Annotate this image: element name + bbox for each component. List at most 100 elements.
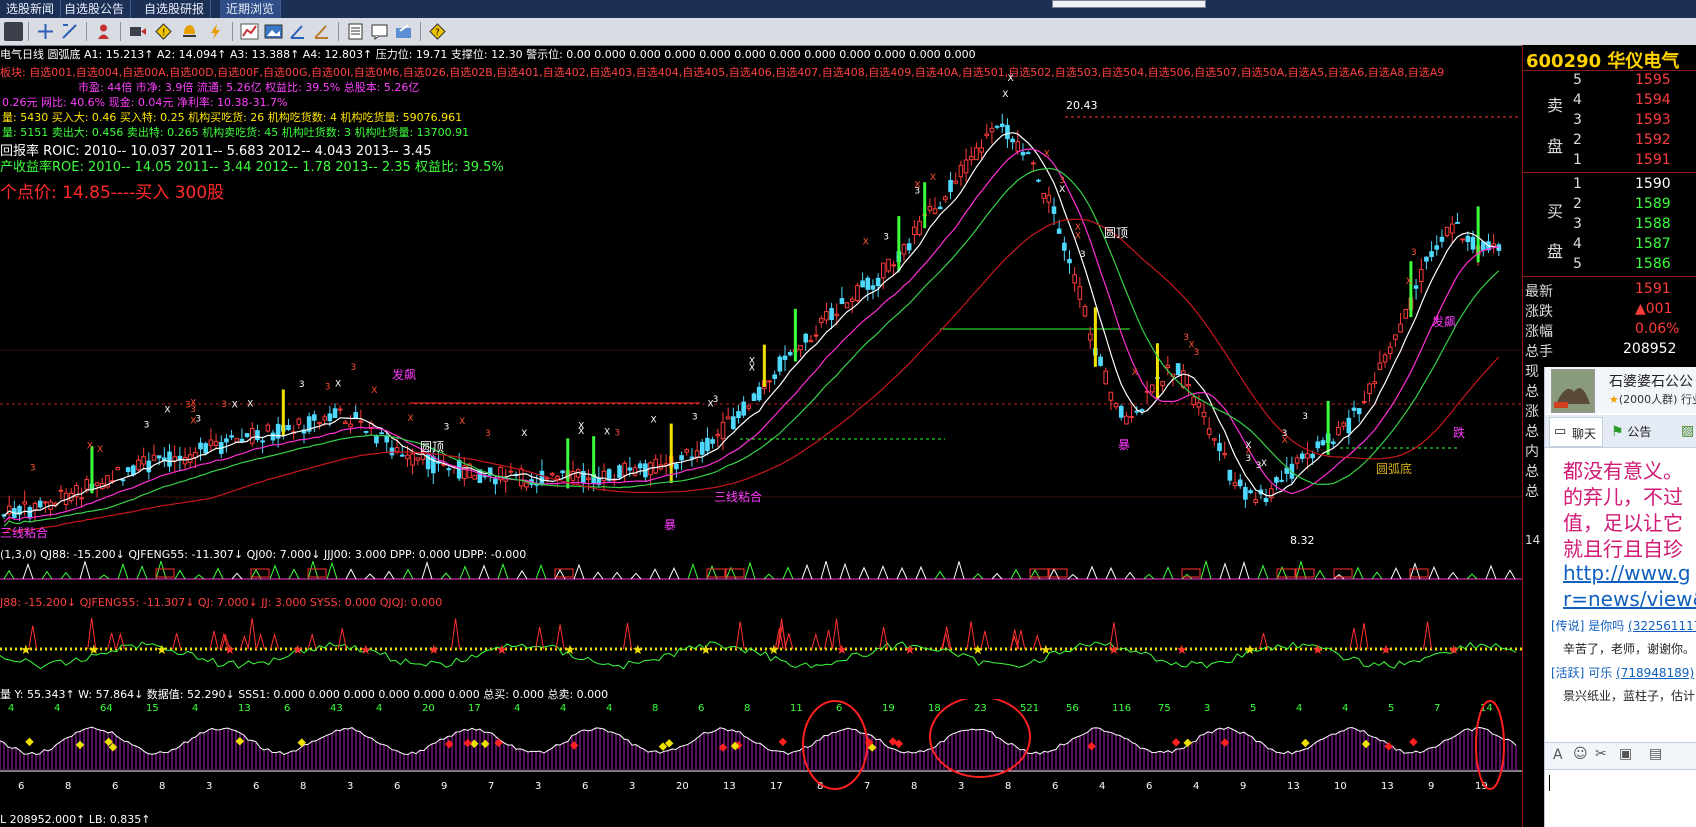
angle-tool-2-icon[interactable] bbox=[312, 22, 331, 41]
group-avatar[interactable] bbox=[1551, 369, 1595, 413]
document-icon[interactable] bbox=[346, 22, 365, 41]
candle-body bbox=[710, 439, 715, 444]
emoji-icon[interactable]: ☺ bbox=[1573, 746, 1588, 762]
tab-recent-browse[interactable]: 近期浏览 bbox=[220, 0, 282, 18]
signal-marker-x: X bbox=[1044, 149, 1050, 159]
latest-price: 1591 bbox=[1635, 281, 1671, 297]
person-icon[interactable] bbox=[94, 22, 113, 41]
candle-body bbox=[694, 450, 700, 458]
panel3-top-number: 13 bbox=[238, 703, 251, 714]
picture-icon[interactable]: ▤ bbox=[1649, 746, 1662, 762]
candle-body bbox=[984, 133, 990, 137]
image-icon[interactable] bbox=[264, 22, 283, 41]
chat-input-cursor[interactable] bbox=[1549, 775, 1550, 791]
candle-body bbox=[151, 454, 157, 461]
font-icon[interactable]: A bbox=[1553, 747, 1563, 763]
panel1-wave bbox=[744, 561, 756, 580]
panel1-wave bbox=[820, 561, 832, 580]
help-icon[interactable]: ? bbox=[428, 22, 447, 41]
video-icon[interactable] bbox=[128, 22, 147, 41]
candle-body bbox=[1413, 285, 1419, 289]
candle-body bbox=[389, 447, 395, 456]
signal-marker-x: 3 bbox=[692, 413, 698, 423]
angle-tool-icon[interactable] bbox=[288, 22, 307, 41]
candle-body bbox=[167, 451, 172, 467]
panel1-wave bbox=[1295, 561, 1307, 580]
chat-input-toolbar: A ☺ ✂ ▣ ▤ bbox=[1545, 742, 1696, 770]
signal-marker-x: X bbox=[335, 379, 341, 389]
candlestick-chart[interactable]: X33XX33X XX3XX33XXXXX3XX3XX33X3XXXXX33XX3… bbox=[0, 45, 1522, 550]
panel3-bottom-number: 6 bbox=[1052, 781, 1058, 792]
quote-label-zong-1: 总 bbox=[1525, 384, 1539, 400]
signal-marker-x: X bbox=[604, 428, 610, 438]
candle-body bbox=[358, 420, 364, 423]
signal-bar bbox=[281, 389, 285, 437]
export-icon[interactable] bbox=[394, 22, 413, 41]
candle-body bbox=[312, 414, 317, 421]
candle-body bbox=[1237, 479, 1243, 487]
candle-body bbox=[705, 437, 710, 452]
signal-marker-x: X bbox=[87, 441, 93, 451]
tab-notice[interactable]: ⚑ 公告 bbox=[1611, 423, 1651, 440]
candle-body bbox=[1139, 409, 1145, 412]
panel1-wave bbox=[497, 562, 509, 580]
panel1-oscillator[interactable] bbox=[0, 561, 1522, 597]
candle-body bbox=[1294, 457, 1300, 464]
panel3-top-number: 116 bbox=[1112, 703, 1131, 714]
panel1-wave bbox=[1200, 561, 1212, 580]
lightning-icon[interactable] bbox=[206, 22, 225, 41]
panel3-bottom-number: 13 bbox=[723, 781, 736, 792]
image-icon[interactable]: ▨ bbox=[1681, 423, 1694, 439]
candle-body bbox=[1248, 490, 1253, 494]
warning-icon[interactable]: ! bbox=[154, 22, 173, 41]
candle-body bbox=[586, 477, 591, 480]
sender-2-name[interactable]: 可乐 bbox=[1588, 666, 1612, 680]
panel3-bottom-number: 3 bbox=[535, 781, 541, 792]
candle-body bbox=[1124, 415, 1129, 425]
tab-stock-news[interactable]: 选股新闻 bbox=[0, 0, 62, 18]
signal-marker-x: 3 bbox=[485, 429, 491, 439]
panel2-red-spike bbox=[239, 634, 249, 650]
panel2-star-marker: ★ bbox=[1108, 643, 1120, 658]
panel1-wave bbox=[896, 566, 908, 580]
draw-line-icon[interactable] bbox=[60, 22, 79, 41]
signal-marker-x: 3 bbox=[351, 363, 357, 373]
candle-body bbox=[1041, 192, 1046, 199]
tab-chat[interactable]: ▭ 聊天 bbox=[1549, 417, 1603, 447]
sender-1-name[interactable]: 是你吗 bbox=[1588, 619, 1624, 633]
pattern-label-faxiao: 发飙 bbox=[392, 368, 417, 382]
chat-window[interactable]: 石婆婆石公公 ★(2000人群) 行业交 ▭ 聊天 ⚑ 公告 ▨ 都没有意义。 … bbox=[1544, 367, 1696, 827]
screenshot-icon[interactable]: ▣ bbox=[1619, 746, 1632, 762]
candle-body bbox=[265, 424, 271, 432]
signal-bar bbox=[897, 216, 901, 271]
chat-link-line-2[interactable]: r=news/view& bbox=[1563, 587, 1696, 611]
tab-stock-reports[interactable]: 自选股研报 bbox=[138, 0, 212, 18]
chart-line-icon[interactable] bbox=[240, 22, 259, 41]
panel3-top-number: 11 bbox=[790, 703, 803, 714]
sender-2-id[interactable]: (718948189) bbox=[1616, 666, 1694, 680]
signal-bar bbox=[90, 446, 94, 494]
panel1-wave bbox=[174, 569, 186, 580]
message-icon[interactable] bbox=[370, 22, 389, 41]
chat-link-line-1[interactable]: http://www.g bbox=[1563, 561, 1691, 585]
panel3-histogram-chart[interactable]: 4 4 64 15 4 13 6 43 4 20 17 4 4 4 8 6 8 11 6 19 18 23 521 56 116… bbox=[0, 699, 1522, 814]
tab-stock-announcements[interactable]: 自选股公告 bbox=[58, 0, 132, 18]
candle-body bbox=[849, 298, 855, 302]
panel2-signal-chart[interactable]: ★ ★ ★ ★ ★ ★ ★ ★ ★ ★ ★ ★ ★ ★ ★ ★ ★ ★ ★ ★ ★ ★ bbox=[0, 609, 1522, 684]
sell-level-3: 3 bbox=[1573, 112, 1582, 128]
quote-label-zhang: 涨 bbox=[1525, 404, 1539, 420]
scissors-icon[interactable]: ✂ bbox=[1595, 746, 1607, 762]
candle-body bbox=[1320, 440, 1326, 446]
panel2-star-marker: ★ bbox=[156, 643, 168, 658]
window-icon[interactable] bbox=[4, 22, 23, 41]
sender-1-id[interactable]: (322561117 bbox=[1628, 619, 1696, 633]
signal-marker-x: X bbox=[707, 400, 713, 410]
candle-body bbox=[999, 123, 1005, 127]
crosshair-icon[interactable] bbox=[36, 22, 55, 41]
pattern-label-bao: 暴 bbox=[664, 518, 677, 532]
panel1-wave bbox=[1105, 566, 1117, 580]
candle-body bbox=[493, 478, 498, 485]
candle-body bbox=[875, 277, 881, 287]
alarm-icon[interactable] bbox=[180, 22, 199, 41]
signal-marker-x: 3 bbox=[221, 400, 227, 410]
